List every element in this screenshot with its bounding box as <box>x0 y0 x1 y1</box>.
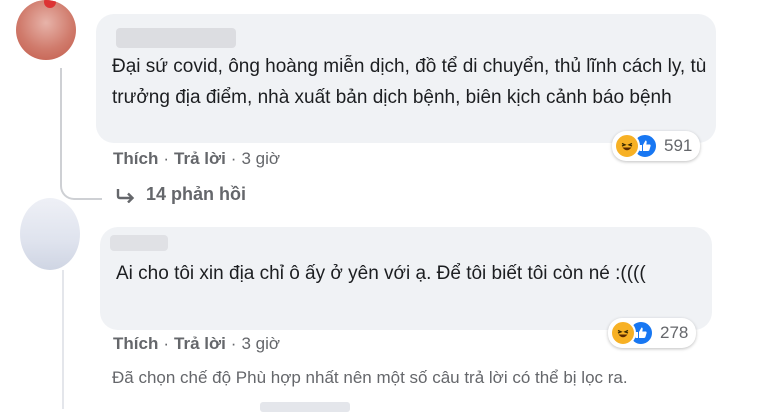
thread-connector-line <box>62 270 64 409</box>
comment-actions: Thích · Trả lời · 3 giờ <box>113 334 280 354</box>
next-commenter-name-redacted <box>260 402 350 412</box>
comment-text: Đại sứ covid, ông hoàng miễn dịch, đồ tể… <box>112 56 707 108</box>
like-button[interactable]: Thích <box>113 149 158 168</box>
separator: · <box>230 334 237 353</box>
replies-count-label: 14 phản hồi <box>146 184 247 204</box>
reaction-summary[interactable]: 278 <box>608 318 697 348</box>
separator: · <box>230 149 237 168</box>
avatar[interactable] <box>16 0 76 60</box>
avatar[interactable] <box>20 198 80 270</box>
reply-button[interactable]: Trả lời <box>174 334 226 353</box>
comment-bubble: Ai cho tôi xin địa chỉ ô ấy ở yên với ạ.… <box>100 227 712 330</box>
haha-icon <box>610 320 636 346</box>
reaction-count: 591 <box>664 136 693 155</box>
commenter-name-redacted[interactable] <box>110 235 168 251</box>
like-button[interactable]: Thích <box>113 334 158 353</box>
reaction-count: 278 <box>660 323 689 342</box>
replies-connector-curve <box>60 150 102 200</box>
filter-notice: Đã chọn chế độ Phù hợp nhất nên một số c… <box>112 368 628 387</box>
reply-arrow-icon <box>116 188 135 203</box>
separator: · <box>163 149 170 168</box>
timestamp[interactable]: 3 giờ <box>241 149 280 168</box>
comment-actions: Thích · Trả lời · 3 giờ <box>113 149 280 169</box>
comment-text: Ai cho tôi xin địa chỉ ô ấy ở yên với ạ.… <box>116 263 646 284</box>
avatar-badge <box>44 0 56 8</box>
separator: · <box>163 334 170 353</box>
reply-button[interactable]: Trả lời <box>174 149 226 168</box>
commenter-name-redacted[interactable] <box>116 28 236 48</box>
reaction-summary[interactable]: 591 <box>612 131 701 161</box>
comment-bubble: Đại sứ covid, ông hoàng miễn dịch, đồ tể… <box>96 14 716 143</box>
view-replies-link[interactable]: 14 phản hồi <box>116 184 246 205</box>
haha-icon <box>614 133 640 159</box>
timestamp[interactable]: 3 giờ <box>241 334 280 353</box>
